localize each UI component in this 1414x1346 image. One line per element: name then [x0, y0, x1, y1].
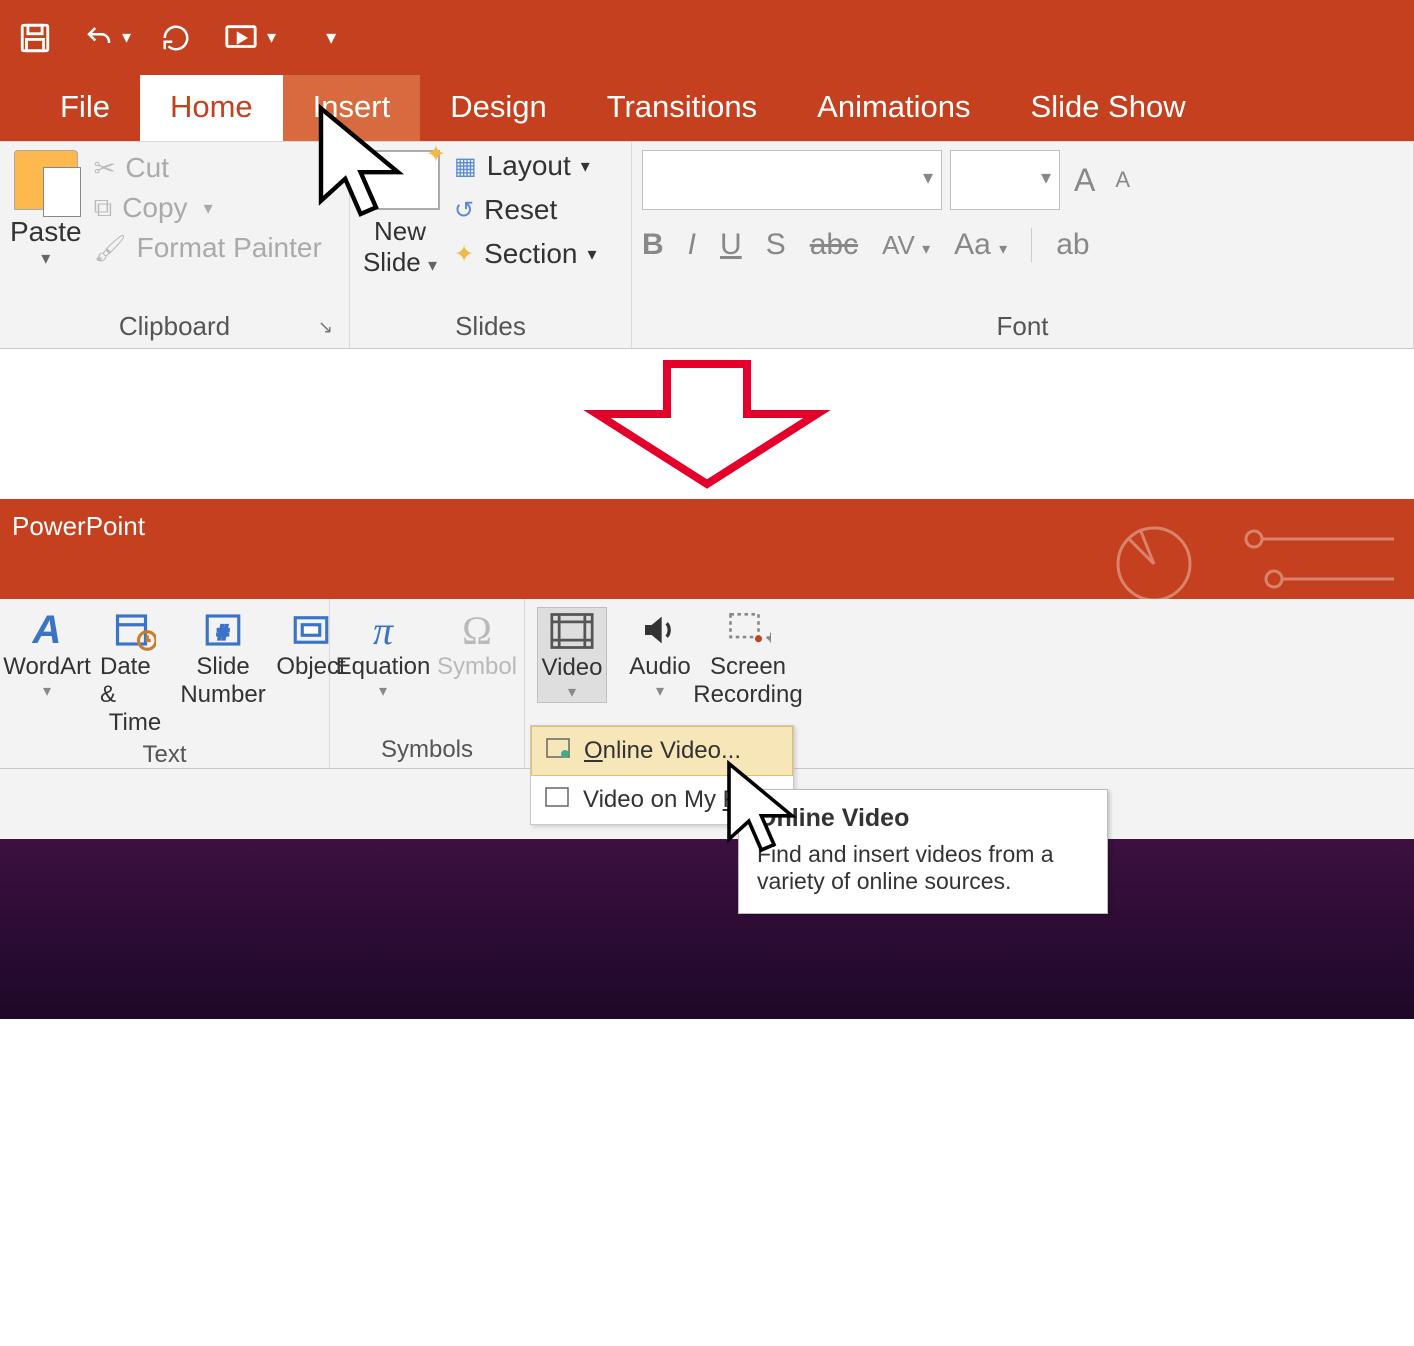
- tab-transitions[interactable]: Transitions: [577, 75, 787, 141]
- format-painter-label: Format Painter: [137, 232, 322, 264]
- char-spacing-button[interactable]: AV ▾: [882, 230, 930, 261]
- home-ribbon: Paste ▾ ✂ Cut ⧉ Copy ▾ 🖌 Format Painter Clip…: [0, 141, 1414, 349]
- decoration-icon: [1094, 509, 1414, 599]
- tab-animations[interactable]: Animations: [787, 75, 1000, 141]
- video-icon: [550, 608, 594, 654]
- chevron-down-icon: ▾: [1041, 151, 1059, 190]
- symbol-button: Ω Symbol: [442, 607, 512, 681]
- undo-icon[interactable]: ▾: [82, 23, 131, 53]
- app-title: PowerPoint: [12, 511, 145, 542]
- screen-recording-button[interactable]: + Screen Recording: [713, 607, 783, 709]
- copy-label: Copy: [122, 192, 187, 224]
- svg-text:#: #: [218, 623, 229, 644]
- symbols-group-label: Symbols: [342, 732, 512, 764]
- decrease-font-icon[interactable]: A: [1109, 159, 1136, 201]
- format-painter-button[interactable]: 🖌 Format Painter: [94, 232, 322, 264]
- bold-button[interactable]: B: [642, 228, 664, 262]
- layout-icon: ▦: [454, 152, 477, 181]
- reset-icon: ↺: [454, 196, 474, 225]
- wordart-icon: A: [33, 607, 62, 653]
- change-case-button[interactable]: Aa ▾: [954, 228, 1007, 262]
- section-icon: ✦: [454, 240, 474, 269]
- tab-slideshow[interactable]: Slide Show: [1001, 75, 1216, 141]
- present-from-start-icon[interactable]: ▾: [221, 21, 276, 55]
- reset-button[interactable]: ↺Reset: [454, 194, 597, 226]
- cursor-annotation-icon: [310, 100, 420, 245]
- slidenumber-button[interactable]: # Slide Number: [188, 607, 258, 709]
- clipboard-group-label: Clipboard↘: [10, 307, 339, 344]
- svg-text:+: +: [766, 628, 772, 648]
- section-button[interactable]: ✦Section▾: [454, 238, 597, 270]
- slides-group-label: Slides: [360, 307, 621, 344]
- shadow-button[interactable]: S: [766, 228, 786, 262]
- online-video-icon: [546, 737, 570, 765]
- customize-qat-icon[interactable]: ▾: [326, 25, 336, 50]
- datetime-icon: [114, 607, 156, 653]
- clipboard-launcher-icon[interactable]: ↘: [318, 317, 333, 338]
- strikethrough-button[interactable]: abc: [810, 228, 858, 262]
- paste-icon: [14, 150, 78, 210]
- cut-icon: ✂: [94, 153, 116, 184]
- save-icon[interactable]: [18, 21, 52, 55]
- wordart-button[interactable]: A WordArt ▾: [12, 607, 82, 701]
- paste-label: Paste: [10, 216, 82, 248]
- redo-icon[interactable]: [161, 23, 191, 53]
- equation-button[interactable]: π Equation ▾: [342, 607, 424, 701]
- font-name-input[interactable]: ▾: [642, 150, 942, 210]
- symbol-icon: Ω: [462, 607, 492, 653]
- object-icon: [290, 607, 332, 653]
- slide-canvas[interactable]: [0, 839, 1414, 1019]
- quick-access-toolbar: ▾ ▾ ▾: [0, 0, 1414, 75]
- audio-icon: [639, 607, 681, 653]
- screen-recording-icon: +: [725, 607, 771, 653]
- increase-font-icon[interactable]: A: [1068, 154, 1101, 207]
- format-painter-icon: 🖌: [94, 233, 127, 264]
- font-size-input[interactable]: ▾: [950, 150, 1060, 210]
- clear-formatting-button[interactable]: ab: [1056, 228, 1089, 262]
- insert-ribbon: A WordArt ▾ Date & Time # Slide Number: [0, 599, 1414, 769]
- online-video-label: Online Video...: [584, 737, 741, 765]
- video-on-pc-icon: [545, 786, 569, 814]
- cut-button[interactable]: ✂ Cut: [94, 152, 322, 184]
- font-group-label: Font: [642, 307, 1403, 344]
- copy-icon: ⧉: [94, 192, 113, 224]
- layout-button[interactable]: ▦Layout▾: [454, 150, 597, 182]
- audio-button[interactable]: Audio ▾: [625, 607, 695, 701]
- datetime-button[interactable]: Date & Time: [100, 607, 170, 737]
- slidenumber-icon: #: [202, 607, 244, 653]
- paste-button[interactable]: Paste ▾: [10, 150, 82, 269]
- text-group-label: Text: [12, 737, 317, 769]
- equation-icon: π: [373, 607, 393, 653]
- italic-button[interactable]: I: [688, 228, 696, 262]
- copy-button[interactable]: ⧉Copy▾: [94, 192, 322, 224]
- paste-dropdown-icon[interactable]: ▾: [41, 248, 50, 269]
- arrow-annotation: [0, 349, 1414, 499]
- tab-home[interactable]: Home: [140, 75, 283, 141]
- titlebar: PowerPoint: [0, 499, 1414, 599]
- video-button[interactable]: Video ▾: [537, 607, 607, 703]
- chevron-down-icon: ▾: [923, 151, 941, 190]
- tab-design[interactable]: Design: [420, 75, 577, 141]
- underline-button[interactable]: U: [720, 228, 742, 262]
- cursor-annotation-icon: [720, 759, 810, 874]
- tab-file[interactable]: File: [30, 75, 140, 141]
- cut-label: Cut: [125, 152, 169, 184]
- ribbon-tabs: File Home Insert Design Transitions Anim…: [0, 75, 1414, 141]
